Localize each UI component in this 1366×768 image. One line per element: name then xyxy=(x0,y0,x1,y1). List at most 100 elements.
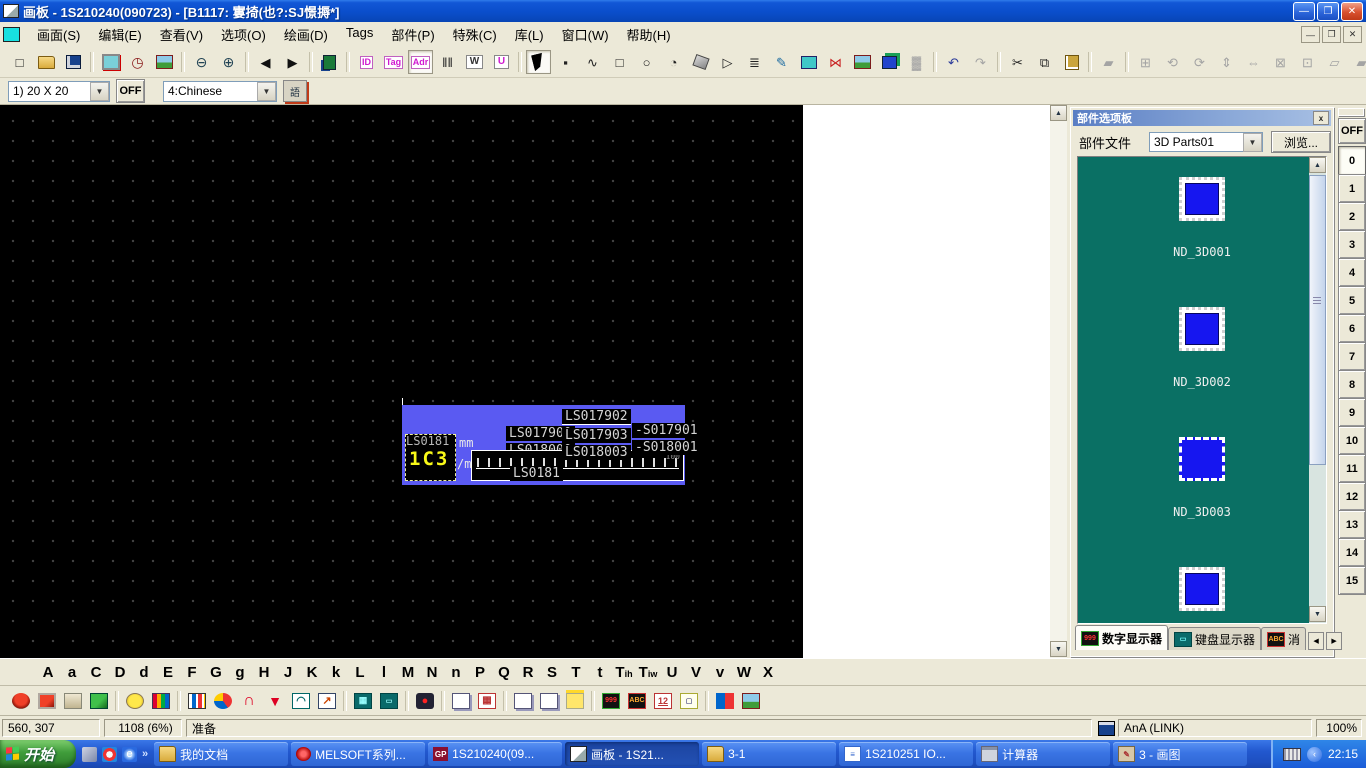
part-multilamp[interactable] xyxy=(149,689,173,713)
chevron-down-icon[interactable]: ▼ xyxy=(257,82,276,101)
strip-handle[interactable] xyxy=(1338,108,1364,116)
object-letter-button[interactable]: J xyxy=(276,664,300,681)
u-toggle[interactable]: U xyxy=(489,50,514,74)
object-letter-button[interactable]: K xyxy=(300,664,324,681)
screen-copy-icon[interactable] xyxy=(98,50,123,74)
object-letter-button[interactable]: Tiw xyxy=(636,664,660,681)
quicklaunch-media-icon[interactable] xyxy=(102,747,117,762)
part-logging[interactable]: ▦ xyxy=(475,689,499,713)
save-icon[interactable] xyxy=(61,50,86,74)
image-tool[interactable] xyxy=(850,50,875,74)
menu-item-5[interactable]: Tags xyxy=(337,22,382,47)
menu-item-8[interactable]: 库(L) xyxy=(506,22,553,47)
screen-select[interactable]: 1) 20 X 20 ▼ xyxy=(8,81,110,102)
parts-list-item[interactable]: ND_3D002 xyxy=(1097,307,1307,437)
state-key-0[interactable]: 0 xyxy=(1338,146,1366,175)
scroll-up-button[interactable]: ▲ xyxy=(1050,105,1067,121)
mdi-close-button[interactable]: ✕ xyxy=(1343,26,1362,43)
restore-button[interactable]: ❐ xyxy=(1317,2,1339,21)
state-key-4[interactable]: 4 xyxy=(1338,258,1366,287)
menu-item-6[interactable]: 部件(P) xyxy=(382,22,443,47)
state-key-2[interactable]: 2 xyxy=(1338,202,1366,231)
object-letter-button[interactable]: Q xyxy=(492,664,516,681)
part-doc[interactable] xyxy=(537,689,561,713)
clock-icon[interactable]: ◷ xyxy=(125,50,150,74)
capture-tool[interactable] xyxy=(796,50,821,74)
task-button-3[interactable]: 画板 - 1S21... xyxy=(565,742,699,766)
quicklaunch-ie-icon[interactable]: e xyxy=(122,747,137,762)
chevron-down-icon[interactable]: ▼ xyxy=(1243,133,1262,152)
numeric-meter[interactable]: LS0181 1C3 xyxy=(405,434,456,481)
state-key-3[interactable]: 3 xyxy=(1338,230,1366,259)
prev-screen-icon[interactable]: ◀ xyxy=(253,50,278,74)
object-letter-button[interactable]: Tih xyxy=(612,664,636,681)
state-key-6[interactable]: 6 xyxy=(1338,314,1366,343)
arc-tool[interactable]: ◔ xyxy=(661,50,686,74)
start-button[interactable]: 开始 xyxy=(0,740,76,768)
parts-list-item[interactable]: ND_3D001 xyxy=(1097,177,1307,307)
minimize-button[interactable]: — xyxy=(1293,2,1315,21)
chevron-down-icon[interactable]: ▼ xyxy=(90,82,109,101)
scene-tool[interactable]: ⋈ xyxy=(823,50,848,74)
part-window[interactable]: ▢ xyxy=(677,689,701,713)
tab-scroll-left-button[interactable]: ◀ xyxy=(1308,632,1324,650)
address-label[interactable]: LS0181 xyxy=(510,466,563,481)
object-letter-button[interactable]: S xyxy=(540,664,564,681)
scroll-up-button[interactable]: ▲ xyxy=(1309,157,1326,173)
part-display[interactable]: ▭ xyxy=(377,689,401,713)
object-letter-button[interactable]: E xyxy=(156,664,180,681)
paste-icon[interactable] xyxy=(1059,50,1084,74)
object-letter-button[interactable]: g xyxy=(228,664,252,681)
mdi-minimize-button[interactable]: — xyxy=(1301,26,1320,43)
task-button-6[interactable]: 计算器 xyxy=(976,742,1110,766)
part-gauge[interactable]: ◠ xyxy=(289,689,313,713)
task-button-7[interactable]: ✎3 - 画图 xyxy=(1113,742,1247,766)
part-bar-graph[interactable] xyxy=(185,689,209,713)
fill-tool[interactable] xyxy=(688,50,713,74)
object-letter-button[interactable]: U xyxy=(660,664,684,681)
part-square-button[interactable] xyxy=(35,689,59,713)
address-label[interactable]: -S018001 xyxy=(632,440,701,455)
state-key-13[interactable]: 13 xyxy=(1338,510,1366,539)
part-numeric-display[interactable]: 999 xyxy=(599,689,623,713)
part-date-display[interactable]: 12 xyxy=(651,689,675,713)
part-trend[interactable]: ↗ xyxy=(315,689,339,713)
panel-close-icon[interactable]: x xyxy=(1313,111,1329,125)
circle-tool[interactable]: ○ xyxy=(634,50,659,74)
state-key-14[interactable]: 14 xyxy=(1338,538,1366,567)
menu-item-2[interactable]: 查看(V) xyxy=(151,22,212,47)
copy-icon[interactable]: ⧉ xyxy=(1032,50,1057,74)
part-tact-button[interactable] xyxy=(61,689,85,713)
menu-item-1[interactable]: 编辑(E) xyxy=(89,22,150,47)
object-letter-button[interactable]: F xyxy=(180,664,204,681)
open-icon[interactable] xyxy=(34,50,59,74)
quicklaunch-chevron-icon[interactable]: » xyxy=(142,748,148,760)
part-round-button[interactable] xyxy=(9,689,33,713)
parts-tab-0[interactable]: 999数字显示器 xyxy=(1075,625,1168,650)
object-letter-button[interactable]: X xyxy=(756,664,780,681)
rect-tool[interactable]: □ xyxy=(607,50,632,74)
polyline-tool[interactable]: ∿ xyxy=(580,50,605,74)
tray-chevron-icon[interactable]: ‹ xyxy=(1307,747,1322,762)
adr-toggle[interactable]: Adr xyxy=(408,50,433,74)
part-alarm[interactable]: ● xyxy=(413,689,437,713)
object-letter-button[interactable]: G xyxy=(204,664,228,681)
w-toggle[interactable]: W xyxy=(462,50,487,74)
task-button-0[interactable]: 我的文档 xyxy=(154,742,288,766)
part-tank[interactable]: ▼ xyxy=(263,689,287,713)
canvas-vertical-scrollbar[interactable]: ▲ ▼ xyxy=(1050,105,1067,658)
task-button-1[interactable]: MELSOFT系列... xyxy=(291,742,425,766)
scroll-down-button[interactable]: ▼ xyxy=(1050,641,1067,657)
object-letter-button[interactable]: A xyxy=(36,664,60,681)
keyboard-tray-icon[interactable] xyxy=(1283,748,1301,761)
menu-item-0[interactable]: 画面(S) xyxy=(28,22,89,47)
object-letter-button[interactable]: v xyxy=(708,664,732,681)
object-letter-button[interactable]: T xyxy=(564,664,588,681)
zoom-in-icon[interactable]: ⊕ xyxy=(216,50,241,74)
part-file[interactable] xyxy=(449,689,473,713)
cut-icon[interactable]: ✂ xyxy=(1005,50,1030,74)
state-key-off[interactable]: OFF xyxy=(1338,118,1366,144)
parts-list-item[interactable]: ND_3D003 xyxy=(1097,437,1307,567)
menu-item-7[interactable]: 特殊(C) xyxy=(444,22,506,47)
stripe-toggle[interactable]: ‖‖ xyxy=(435,50,460,74)
